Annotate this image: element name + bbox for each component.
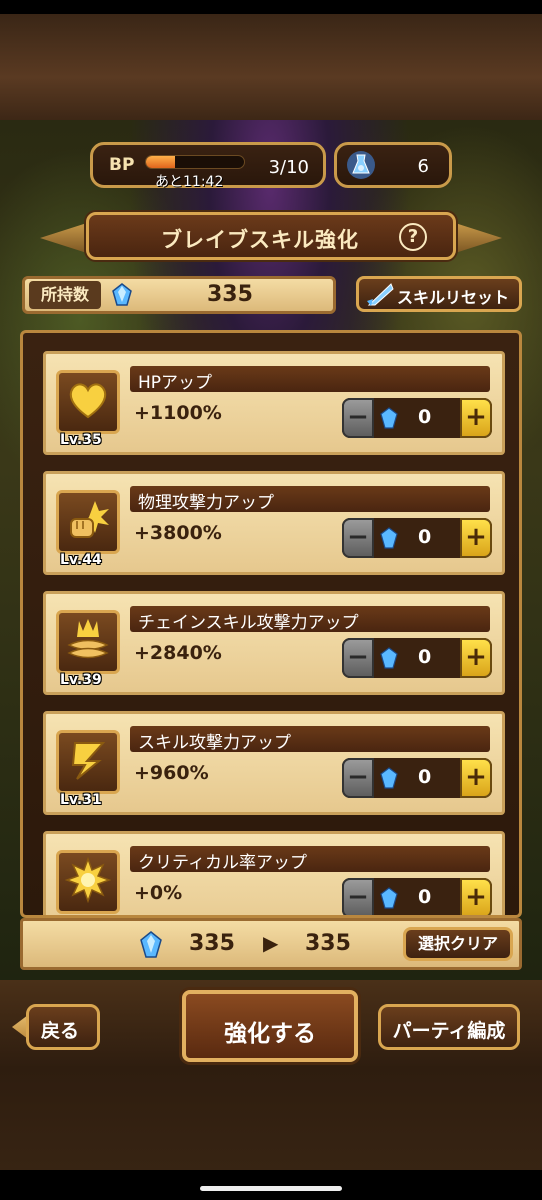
party-edit-button[interactable]: パーティ編成 (378, 1004, 520, 1050)
skill-reset-label: スキルリセット (397, 288, 510, 307)
points-stepper: − 0 + (342, 878, 492, 915)
skill-level: Lv.35 (60, 432, 102, 448)
skill-name-bar: チェインスキル攻撃力アップ (130, 606, 490, 633)
skill-row-critical-rate: クリティカル率アップ +0% − 0 + (43, 831, 505, 915)
gem-icon (140, 931, 162, 958)
help-button[interactable]: ? (399, 223, 427, 251)
skill-list[interactable]: Lv.35 HPアップ +1100% − 0 + Lv.44 物理攻撃力アップ (20, 330, 522, 918)
item-stock[interactable]: 6 (334, 142, 452, 188)
minus-button[interactable]: − (342, 518, 374, 558)
lightning-icon (71, 742, 106, 780)
minus-button[interactable]: − (342, 398, 374, 438)
plus-button[interactable]: + (460, 878, 492, 915)
points-value: 0 (418, 766, 432, 788)
skill-name-bar: クリティカル率アップ (130, 846, 490, 873)
points-value: 0 (418, 406, 432, 428)
skill-name-bar: 物理攻撃力アップ (130, 486, 490, 513)
points-stepper: − 0 + (342, 758, 492, 798)
owned-label: 所持数 (29, 281, 101, 309)
fist-icon (70, 501, 109, 538)
skill-row-physical-attack: Lv.44 物理攻撃力アップ +3800% − 0 + (43, 471, 505, 575)
gem-icon (380, 647, 398, 669)
party-edit-label: パーティ編成 (392, 1020, 506, 1042)
plus-button[interactable]: + (460, 638, 492, 678)
plus-button[interactable]: + (460, 398, 492, 438)
back-button[interactable]: 戻る (26, 1004, 100, 1050)
skill-icon-frame (56, 490, 120, 554)
skill-icon-frame (56, 610, 120, 674)
navigation-bar (0, 1170, 542, 1200)
arrow-right-icon: ▶ (263, 931, 279, 955)
title-banner: ブレイブスキル強化 ? (86, 212, 456, 260)
minus-button[interactable]: − (342, 878, 374, 915)
plus-button[interactable]: + (460, 758, 492, 798)
gem-icon (380, 407, 398, 429)
back-label: 戻る (41, 1020, 80, 1042)
bp-label: BP (109, 155, 135, 175)
points-stepper: − 0 + (342, 638, 492, 678)
skill-name: スキル攻撃力アップ (138, 733, 291, 753)
points-value: 0 (418, 526, 432, 548)
points-before: 335 (189, 931, 235, 956)
chain-skill-icon (67, 619, 109, 659)
bp-gauge-fill (146, 156, 176, 168)
minus-button[interactable]: − (342, 638, 374, 678)
owned-value: 335 (207, 282, 253, 307)
skill-level: Lv.39 (60, 672, 102, 688)
points-stepper: − 0 + (342, 518, 492, 558)
skill-effect: +3800% (134, 522, 222, 544)
skill-effect: +1100% (134, 402, 222, 424)
skill-effect: +0% (134, 882, 183, 904)
page-title: ブレイブスキル強化 (161, 228, 359, 252)
skill-row-hp: Lv.35 HPアップ +1100% − 0 + (43, 351, 505, 455)
heart-icon (69, 383, 107, 419)
skill-level: Lv.44 (60, 552, 102, 568)
points-after: 335 (305, 931, 351, 956)
skill-row-chain-skill-attack: Lv.39 チェインスキル攻撃力アップ +2840% − 0 + (43, 591, 505, 695)
skill-row-skill-attack: Lv.31 スキル攻撃力アップ +960% − 0 + (43, 711, 505, 815)
skill-name-bar: HPアップ (130, 366, 490, 393)
clear-selection-button[interactable]: 選択クリア (403, 927, 513, 961)
bp-status: BP あと11:42 3/10 (90, 142, 326, 190)
gem-icon (380, 767, 398, 789)
minus-button[interactable]: − (342, 758, 374, 798)
bp-gauge (145, 155, 245, 169)
bp-recovery-timer: あと11:42 (155, 174, 224, 190)
enhance-label: 強化する (224, 1021, 316, 1047)
burst-icon (65, 857, 111, 903)
skill-effect: +960% (134, 762, 209, 784)
status-bar (0, 0, 542, 14)
skill-level: Lv.31 (60, 792, 102, 808)
bp-count: 3/10 (268, 157, 309, 178)
plus-button[interactable]: + (460, 518, 492, 558)
skill-icon-frame (56, 730, 120, 794)
gem-icon (112, 283, 132, 306)
skill-reset-button[interactable]: スキルリセット (356, 276, 522, 312)
item-count: 6 (417, 156, 429, 177)
skill-name: クリティカル率アップ (138, 853, 307, 873)
points-summary: 335 ▶ 335 選択クリア (20, 918, 522, 970)
feather-icon (367, 283, 394, 306)
owned-points: 所持数 335 (22, 276, 336, 314)
points-value: 0 (418, 886, 432, 908)
top-frame (0, 14, 542, 120)
home-indicator[interactable] (200, 1186, 342, 1191)
potion-icon (347, 151, 375, 179)
points-stepper: − 0 + (342, 398, 492, 438)
gem-icon (380, 887, 398, 909)
skill-name: 物理攻撃力アップ (138, 493, 274, 513)
skill-name: HPアップ (138, 373, 213, 393)
skill-icon-frame (56, 370, 120, 434)
points-value: 0 (418, 646, 432, 668)
skill-name: チェインスキル攻撃力アップ (138, 613, 359, 633)
skill-icon-frame (56, 850, 120, 914)
skill-name-bar: スキル攻撃力アップ (130, 726, 490, 753)
gem-icon (380, 527, 398, 549)
skill-effect: +2840% (134, 642, 222, 664)
enhance-button[interactable]: 強化する (182, 990, 358, 1062)
